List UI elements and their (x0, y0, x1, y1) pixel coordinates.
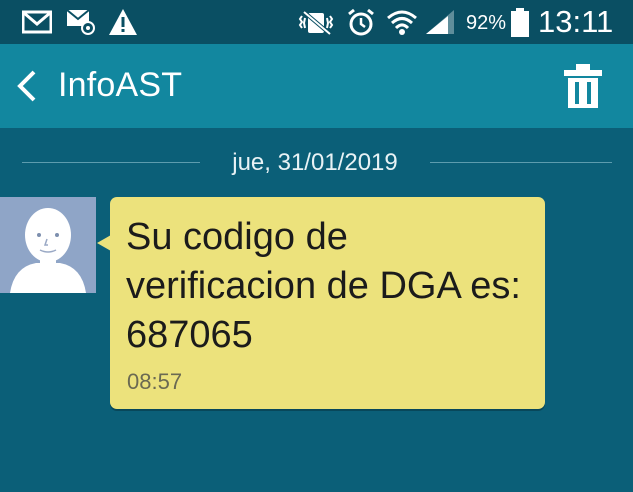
signal-icon (424, 8, 456, 41)
email-at-icon (66, 8, 96, 41)
warning-icon (108, 8, 138, 41)
conversation-title: InfoAST (58, 66, 183, 104)
gmail-icon (21, 10, 53, 39)
app-bar: InfoAST (0, 44, 633, 128)
battery-percent: 92% (466, 12, 507, 34)
trash-icon (560, 64, 606, 114)
contact-avatar[interactable] (0, 197, 96, 293)
alarm-icon (346, 8, 376, 43)
status-bar: 92% 13:11 (0, 0, 633, 44)
date-label: jue, 31/01/2019 (232, 149, 398, 176)
status-clock: 13:11 (538, 4, 614, 39)
back-button[interactable] (12, 64, 44, 108)
message-time: 08:57 (127, 369, 183, 394)
date-divider: jue, 31/01/2019 (0, 140, 633, 180)
message-text: Su codigo de verificacion de DGA es: 687… (126, 216, 521, 356)
wifi-icon (386, 8, 418, 43)
mute-vibrate-icon (298, 10, 334, 41)
battery-icon (510, 8, 530, 43)
chevron-left-icon (12, 70, 44, 112)
default-contact-avatar-icon (0, 197, 96, 293)
message-bubble[interactable]: Su codigo de verificacion de DGA es: 687… (110, 197, 545, 409)
delete-button[interactable] (560, 62, 606, 110)
divider-line-right (430, 162, 612, 163)
divider-line-left (22, 162, 200, 163)
bubble-tail (97, 235, 111, 251)
